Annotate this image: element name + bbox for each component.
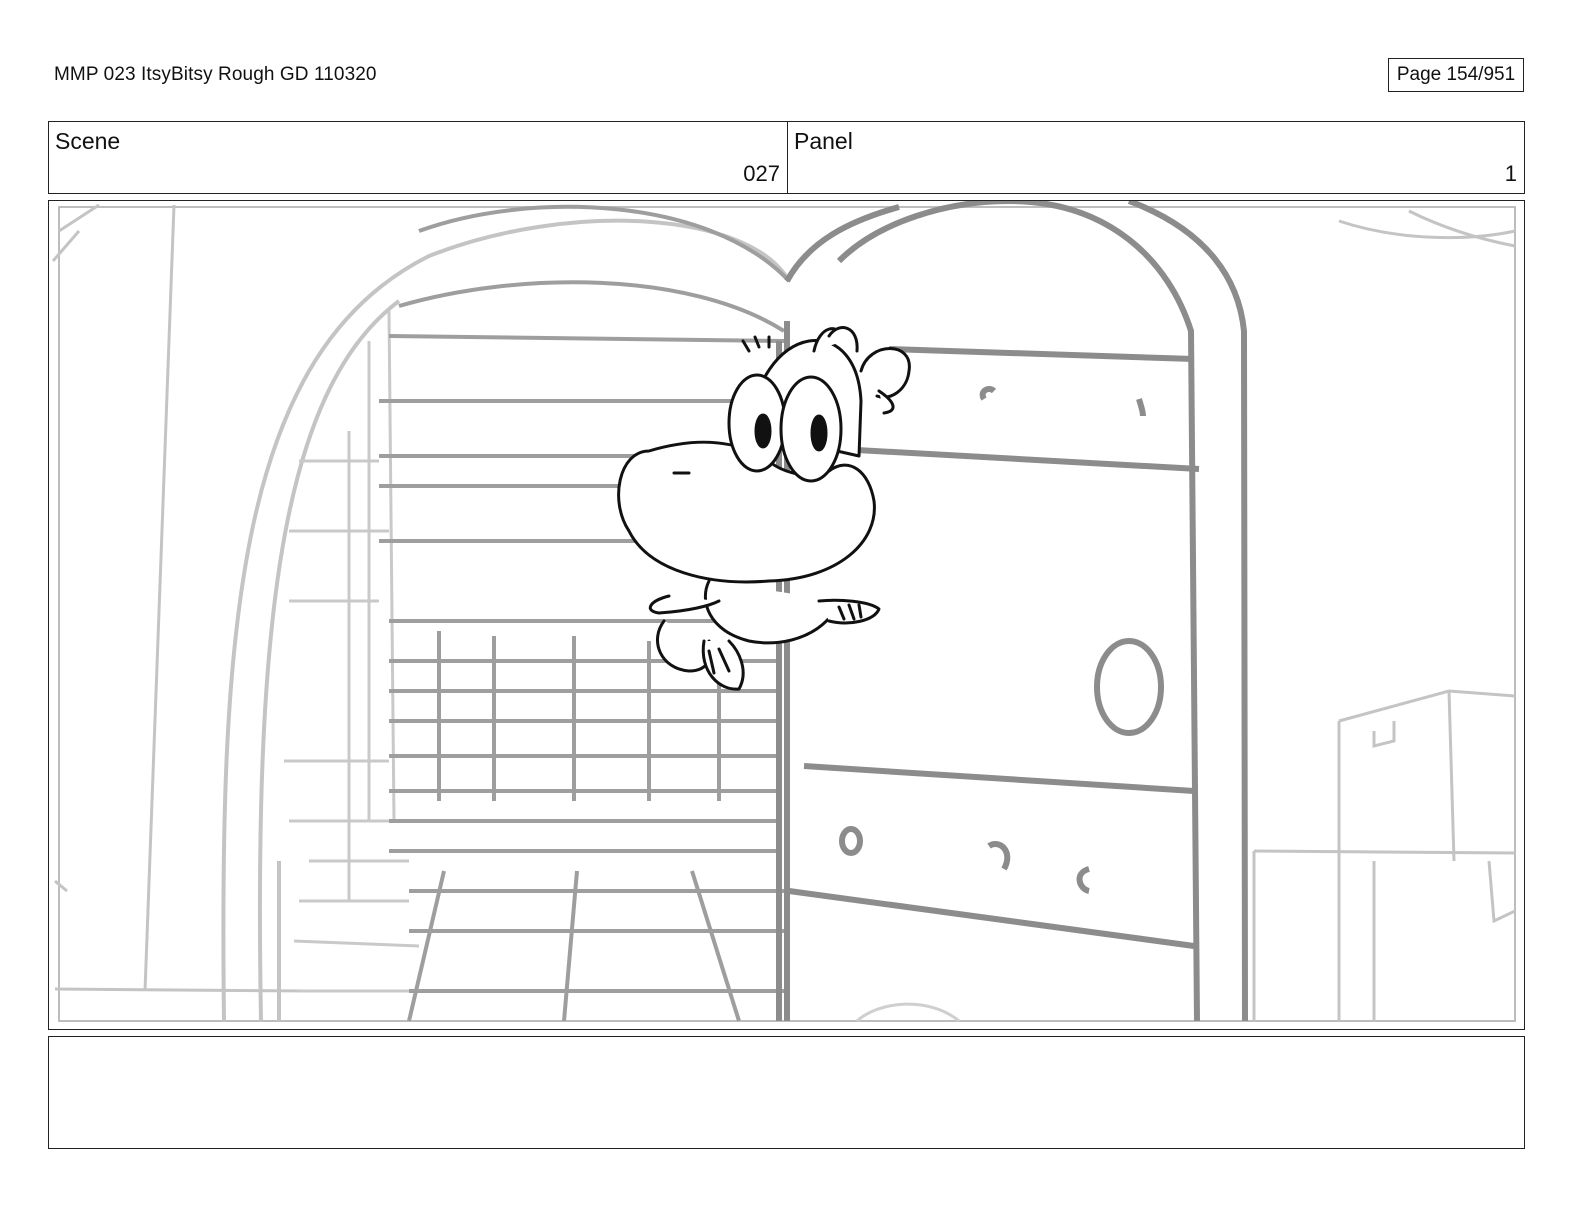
document-title: MMP 023 ItsyBitsy Rough GD 110320 (54, 64, 377, 85)
storyboard-sketch (51, 201, 1516, 1023)
hallway-sketch (284, 310, 429, 993)
page-indicator: Page 154/951 (1388, 58, 1524, 92)
floor-vent-sketch (855, 1002, 960, 1023)
crates-sketch (1252, 209, 1516, 1021)
scene-panel-header: Scene 027 Panel 1 (48, 121, 1525, 194)
panel-label: Panel (794, 128, 853, 154)
scene-cell: Scene 027 (49, 122, 788, 193)
panel-cell: Panel 1 (788, 122, 1524, 193)
storyboard-panel (48, 200, 1525, 1030)
character-sketch (617, 326, 911, 691)
panel-number: 1 (1504, 161, 1517, 186)
scene-number: 027 (743, 161, 780, 186)
page-label: Page 154/951 (1396, 64, 1516, 85)
left-wall-sketch (51, 203, 310, 993)
panel-notes (48, 1036, 1525, 1149)
scene-label: Scene (55, 128, 121, 154)
